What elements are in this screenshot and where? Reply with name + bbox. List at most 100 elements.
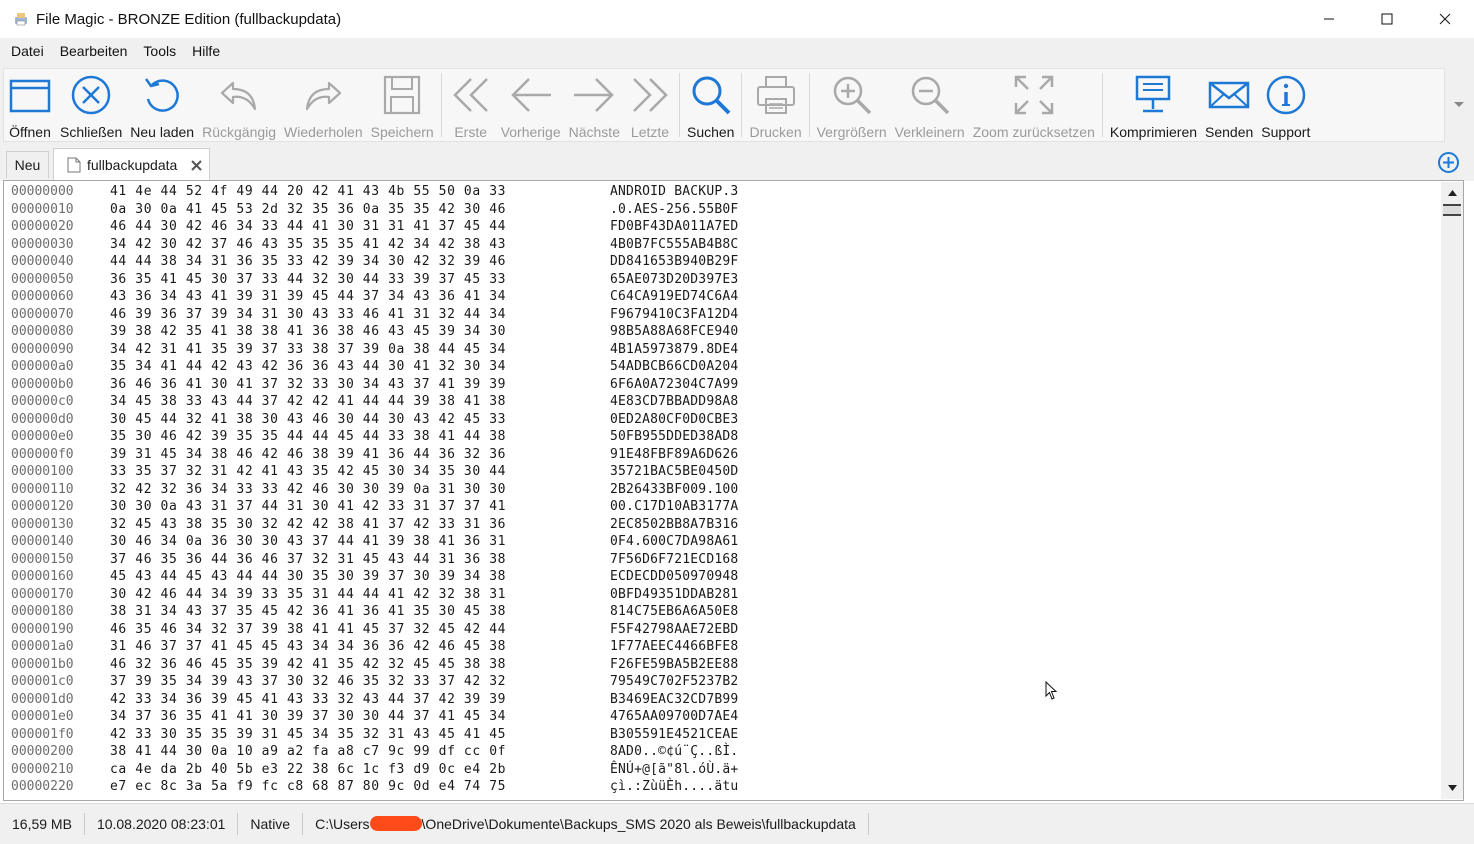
hex-ascii: 50FB955DDED38AD8 xyxy=(610,429,739,444)
hex-ascii: FD0BF43DA011A7ED xyxy=(610,219,739,234)
redo-label: Wiederholen xyxy=(284,124,363,140)
hex-offset: 000001c0 xyxy=(11,674,74,689)
open-button[interactable]: Öffnen xyxy=(4,69,56,141)
hex-bytes: 36 35 41 45 30 37 33 44 32 30 44 33 39 3… xyxy=(110,271,507,287)
reload-label: Neu laden xyxy=(130,124,195,140)
vertical-scrollbar[interactable] xyxy=(1441,182,1463,799)
hex-bytes: 31 46 37 37 41 45 45 43 34 34 36 36 42 4… xyxy=(110,639,507,654)
search-icon xyxy=(692,76,731,115)
hex-row: 00000000 41 4e 44 52 4f 49 44 20 42 41 43… xyxy=(4,183,1434,201)
save-button[interactable]: Speichern xyxy=(367,69,438,141)
hex-ascii: 2B26433BF009.100 xyxy=(610,481,739,497)
zoom-reset-button[interactable]: Zoom zurücksetzen xyxy=(969,69,1099,141)
window-controls xyxy=(1300,0,1474,38)
menu-tools[interactable]: Tools xyxy=(135,38,184,65)
toolbar-separator xyxy=(808,73,810,137)
send-button[interactable]: Senden xyxy=(1201,69,1257,141)
mouse-cursor-icon xyxy=(1045,681,1058,700)
hex-row: 00000050 36 35 41 45 30 37 33 44 32 30 44… xyxy=(4,271,1434,289)
hex-bytes: 42 33 30 35 35 39 31 45 34 35 32 31 43 4… xyxy=(110,726,507,742)
hex-view[interactable]: 00000000 41 4e 44 52 4f 49 44 20 42 41 43… xyxy=(3,180,1464,801)
first-button[interactable]: Erste xyxy=(445,69,497,141)
redaction-mark xyxy=(369,816,422,831)
info-icon xyxy=(1266,75,1306,115)
hex-bytes: 34 42 30 42 37 46 43 35 35 35 41 42 34 4… xyxy=(110,236,507,252)
hex-offset: 00000020 xyxy=(11,219,74,234)
last-button[interactable]: Letzte xyxy=(624,69,676,141)
scroll-down-button[interactable] xyxy=(1442,779,1462,797)
hex-row: 00000160 45 43 44 45 43 44 44 30 35 30 39… xyxy=(4,568,1434,586)
compress-monitor-icon xyxy=(1136,75,1171,113)
hex-offset: 00000180 xyxy=(11,604,74,619)
hex-ascii: B3469EAC32CD7B99 xyxy=(610,691,739,707)
support-button[interactable]: Support xyxy=(1257,69,1314,141)
scroll-thumb[interactable] xyxy=(1443,204,1461,216)
hex-offset: 00000160 xyxy=(11,569,74,584)
hex-bytes: 38 41 44 30 0a 10 a9 a2 fa a8 c7 9c 99 d… xyxy=(110,744,507,759)
scroll-up-button[interactable] xyxy=(1442,184,1462,202)
hex-ascii: 1F77AEEC4466BFE8 xyxy=(610,639,739,654)
hex-ascii: 00.C17D10AB3177A xyxy=(610,499,739,514)
menu-bearbeiten[interactable]: Bearbeiten xyxy=(52,38,136,65)
envelope-icon xyxy=(1208,81,1250,109)
triangle-up-icon xyxy=(1447,190,1457,196)
hex-row: 000000a0 35 34 41 44 42 43 42 36 36 43 44… xyxy=(4,358,1434,376)
hex-offset: 00000130 xyxy=(11,516,74,532)
send-label: Senden xyxy=(1205,124,1254,140)
hex-offset: 000001b0 xyxy=(11,656,74,672)
hex-bytes: 37 39 35 34 39 43 37 30 32 46 35 32 33 3… xyxy=(110,674,507,689)
previous-button[interactable]: Vorherige xyxy=(497,69,565,141)
toolbar-separator xyxy=(678,73,680,137)
tab-fullbackupdata[interactable]: fullbackupdata xyxy=(53,148,210,181)
hex-row: 000001a0 31 46 37 37 41 45 45 43 34 34 36… xyxy=(4,638,1434,656)
hex-row: 00000140 30 46 34 0a 36 30 30 43 37 44 41… xyxy=(4,533,1434,551)
hex-bytes: 32 45 43 38 35 30 32 42 42 38 41 37 42 3… xyxy=(110,516,507,532)
undo-button[interactable]: Rückgängig xyxy=(198,69,280,141)
search-button[interactable]: Suchen xyxy=(683,69,738,141)
hex-row: 000001c0 37 39 35 34 39 43 37 30 32 46 35… xyxy=(4,673,1434,691)
toolbar-separator xyxy=(741,73,743,137)
hex-bytes: 30 46 34 0a 36 30 30 43 37 44 41 39 38 4… xyxy=(110,534,507,549)
add-tab-icon[interactable] xyxy=(1437,151,1460,174)
hex-offset: 000000e0 xyxy=(11,429,74,444)
first-label: Erste xyxy=(454,124,488,140)
hex-offset: 000000d0 xyxy=(11,411,74,427)
close-file-button[interactable]: Schließen xyxy=(56,69,126,141)
save-label: Speichern xyxy=(370,124,434,140)
tab-new[interactable]: Neu xyxy=(6,151,49,178)
maximize-button[interactable] xyxy=(1358,0,1416,38)
next-label: Nächste xyxy=(568,124,620,140)
hex-offset: 00000060 xyxy=(11,289,74,304)
minimize-button[interactable] xyxy=(1300,0,1358,38)
hex-offset: 00000220 xyxy=(11,779,74,794)
zoom-in-button[interactable]: Vergrößern xyxy=(813,69,891,141)
hex-ascii: ÊNÚ+@[ã"8l.óÙ.ä+ xyxy=(610,761,739,777)
hex-row: 00000010 0a 30 0a 41 45 53 2d 32 35 36 0a… xyxy=(4,201,1434,219)
menu-datei[interactable]: Datei xyxy=(3,38,52,65)
redo-icon xyxy=(306,81,342,111)
minimize-icon xyxy=(1324,18,1334,20)
zoom-out-button[interactable]: Verkleinern xyxy=(891,69,969,141)
hex-bytes: 46 32 36 46 45 35 39 42 41 35 42 32 45 4… xyxy=(110,656,507,672)
print-button[interactable]: Drucken xyxy=(745,69,805,141)
toolbar-overflow-button[interactable] xyxy=(1447,68,1471,142)
hex-ascii: 7F56D6F721ECD168 xyxy=(610,551,739,567)
triangle-down-icon xyxy=(1447,785,1457,791)
menu-hilfe[interactable]: Hilfe xyxy=(184,38,228,65)
close-file-label: Schließen xyxy=(60,124,123,140)
hex-ascii: 4B0B7FC555AB4B8C xyxy=(610,236,739,252)
hex-ascii: 0BFD49351DDAB281 xyxy=(610,586,739,602)
close-window-button[interactable] xyxy=(1416,0,1474,38)
hex-row: 000000b0 36 46 36 41 30 41 37 32 33 30 34… xyxy=(4,376,1434,394)
tab-close-button[interactable] xyxy=(189,158,203,172)
hex-ascii: 65AE073D20D397E3 xyxy=(610,271,739,287)
reload-button[interactable]: Neu laden xyxy=(126,69,198,141)
app-icon xyxy=(15,13,27,26)
next-button[interactable]: Nächste xyxy=(565,69,624,141)
redo-button[interactable]: Wiederholen xyxy=(280,69,367,141)
hex-row: 000001d0 42 33 34 36 39 45 41 43 33 32 43… xyxy=(4,691,1434,709)
compress-button[interactable]: Komprimieren xyxy=(1106,69,1201,141)
hex-ascii: B305591E4521CEAE xyxy=(610,726,739,742)
hex-ascii: 2EC8502BB8A7B316 xyxy=(610,516,739,532)
hex-row: 00000150 37 46 35 36 44 36 46 37 32 31 45… xyxy=(4,551,1434,569)
